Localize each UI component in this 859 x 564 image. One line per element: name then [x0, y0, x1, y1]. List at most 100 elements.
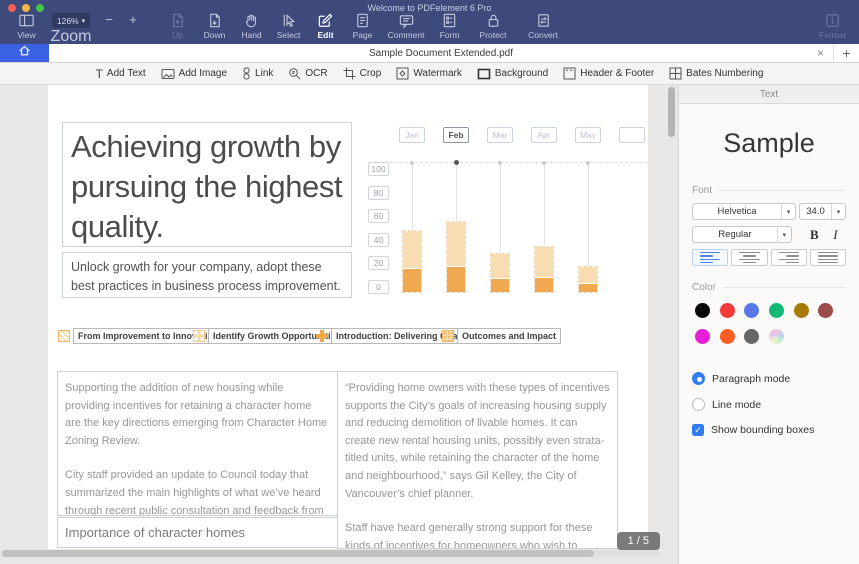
up-button[interactable]: Up [159, 12, 196, 40]
header-footer-icon [563, 67, 576, 80]
right-column-textbox[interactable]: “Providing home owners with these types … [337, 371, 618, 549]
edit-icon [317, 12, 334, 29]
close-window-icon[interactable] [8, 4, 16, 12]
timeline-dot [542, 161, 546, 165]
down-button[interactable]: Down [196, 12, 233, 40]
color-swatch[interactable] [769, 329, 784, 344]
align-left-button[interactable] [692, 249, 728, 266]
new-tab-button[interactable]: + [833, 44, 859, 62]
protect-button[interactable]: Protect [468, 12, 518, 40]
color-swatch[interactable] [744, 329, 759, 344]
color-swatch[interactable] [769, 303, 784, 318]
form-button[interactable]: Form [431, 12, 468, 40]
y-axis-tick: 0 [368, 280, 389, 294]
drop-line [456, 165, 457, 221]
y-axis-tick: 60 [368, 209, 389, 223]
select-button[interactable]: Select [270, 12, 307, 40]
zoom-in-button[interactable]: + [121, 12, 145, 28]
close-tab-icon[interactable]: × [817, 47, 824, 59]
horizontal-scrollbar[interactable] [0, 550, 660, 557]
chart-month-mar[interactable]: Mar [487, 127, 513, 143]
background-button[interactable]: Background [477, 68, 548, 80]
chart[interactable]: 100806040200JanFebMarAprMay [360, 125, 648, 320]
chart-month-may[interactable]: May [575, 127, 601, 143]
view-button[interactable]: View [8, 12, 45, 40]
zoom-window-icon[interactable] [36, 4, 44, 12]
home-button[interactable] [0, 44, 49, 62]
color-swatch[interactable] [695, 329, 710, 344]
font-style-select[interactable]: Regular ▾ [692, 226, 792, 243]
color-swatch[interactable] [744, 303, 759, 318]
left-column-textbox[interactable]: Supporting the addition of new housing w… [57, 371, 338, 516]
stacked-bar[interactable] [534, 246, 554, 293]
watermark-button[interactable]: Watermark [396, 67, 462, 80]
color-swatch[interactable] [794, 303, 809, 318]
ocr-button[interactable]: OCR [288, 67, 327, 80]
timeline-dot [586, 161, 590, 165]
view-icon [18, 12, 35, 29]
paragraph: City staff provided an update to Council… [65, 467, 330, 516]
show-bounding-boxes-option[interactable]: ✓ Show bounding boxes [692, 424, 846, 436]
caret-down-icon: ▾ [831, 204, 845, 219]
stacked-bar[interactable] [446, 221, 466, 293]
color-swatch[interactable] [818, 303, 833, 318]
zoom-dropdown[interactable]: 126% ▾ [52, 13, 90, 28]
link-button[interactable]: Link [242, 67, 273, 80]
pdf-page[interactable]: Achieving growth by pursuing the highest… [48, 85, 648, 549]
font-size-select[interactable]: 34.0 ▾ [799, 203, 846, 220]
stacked-bar[interactable] [490, 253, 510, 293]
drop-line [544, 165, 545, 246]
section-heading-textbox[interactable]: Importance of character homes [57, 517, 338, 548]
font-family-select[interactable]: Helvetica ▾ [692, 203, 796, 220]
crop-button[interactable]: Crop [343, 67, 382, 80]
drop-line [588, 165, 589, 266]
page-icon [354, 12, 371, 29]
zoom-group: 126% ▾ Zoom [45, 12, 97, 46]
heading-textbox[interactable]: Achieving growth by pursuing the highest… [62, 122, 352, 247]
edit-button[interactable]: Edit [307, 12, 344, 40]
chart-month-feb[interactable]: Feb [443, 127, 469, 143]
zoom-out-button[interactable]: − [97, 12, 121, 28]
color-swatch[interactable] [695, 303, 710, 318]
paragraph-mode-option[interactable]: Paragraph mode [692, 372, 846, 385]
comment-icon [398, 12, 415, 29]
add-image-button[interactable]: Add Image [161, 68, 227, 80]
minimize-window-icon[interactable] [22, 4, 30, 12]
subtitle-textbox[interactable]: Unlock growth for your company, adopt th… [62, 252, 352, 298]
cross-icon [316, 330, 328, 342]
view-label: View [17, 30, 35, 40]
link-icon [242, 67, 251, 80]
comment-button[interactable]: Comment [381, 12, 431, 40]
stacked-bar[interactable] [402, 230, 422, 293]
page-down-icon [206, 12, 223, 29]
color-swatch[interactable] [720, 303, 735, 318]
color-swatch[interactable] [720, 329, 735, 344]
add-text-icon: T [96, 67, 103, 81]
panel-title: Text [679, 85, 859, 104]
convert-button[interactable]: Convert [518, 12, 568, 40]
bates-numbering-button[interactable]: Bates Numbering [669, 67, 763, 80]
align-right-button[interactable] [771, 249, 807, 266]
bold-button[interactable]: B [804, 227, 825, 243]
vertical-scrollbar[interactable] [668, 87, 675, 137]
format-button[interactable]: Format [814, 12, 851, 40]
document-tab[interactable]: Sample Document Extended.pdf × [49, 44, 833, 62]
horizontal-scrollbar-thumb[interactable] [2, 550, 594, 557]
chart-month-blank[interactable] [619, 127, 645, 143]
page-button[interactable]: Page [344, 12, 381, 40]
crop-icon [343, 67, 356, 80]
hand-button[interactable]: Hand [233, 12, 270, 40]
add-text-button[interactable]: T Add Text [96, 67, 146, 81]
header-footer-button[interactable]: Header & Footer [563, 67, 654, 80]
line-mode-option[interactable]: Line mode [692, 398, 846, 411]
italic-button[interactable]: I [825, 227, 846, 243]
tab-title: Sample Document Extended.pdf [369, 48, 513, 59]
badge-outcomes[interactable]: Outcomes and Impact [442, 328, 561, 344]
paragraph: Supporting the addition of new housing w… [65, 380, 330, 450]
document-area: Achieving growth by pursuing the highest… [0, 85, 678, 564]
chart-month-jan[interactable]: Jan [399, 127, 425, 143]
align-justify-button[interactable] [810, 249, 846, 266]
stacked-bar[interactable] [578, 266, 598, 293]
chart-month-apr[interactable]: Apr [531, 127, 557, 143]
align-center-button[interactable] [731, 249, 767, 266]
